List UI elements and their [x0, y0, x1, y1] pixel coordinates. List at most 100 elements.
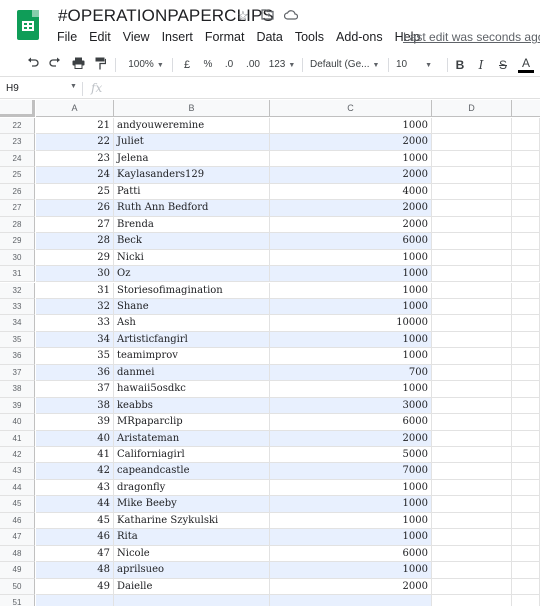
cell-e[interactable]	[512, 496, 540, 513]
cell-e[interactable]	[512, 545, 540, 563]
cell-c[interactable]: 10000	[270, 315, 432, 332]
cell-e[interactable]	[512, 463, 540, 480]
cell-d[interactable]	[432, 298, 512, 316]
column-header-a[interactable]: A	[36, 100, 114, 117]
cell-d[interactable]	[432, 118, 512, 135]
cell-d[interactable]	[432, 463, 512, 480]
cell-e[interactable]	[512, 331, 540, 349]
star-icon[interactable]: ☆	[236, 8, 250, 24]
cell-c[interactable]: 1000	[270, 381, 432, 398]
cell-c[interactable]: 2000	[270, 430, 432, 447]
move-to-folder-icon[interactable]	[260, 8, 274, 24]
row-number[interactable]: 26	[0, 183, 35, 201]
cell-e[interactable]	[512, 266, 540, 283]
column-header-c[interactable]: C	[270, 100, 432, 117]
cell-e[interactable]	[512, 233, 540, 250]
row-number[interactable]: 51	[0, 595, 35, 606]
font-size-select[interactable]: 10 ▼	[396, 57, 442, 73]
cell-b[interactable]: Shane	[114, 298, 270, 316]
cell-d[interactable]	[432, 512, 512, 530]
row-number[interactable]: 30	[0, 249, 35, 267]
cell-a[interactable]: 21	[36, 118, 114, 135]
font-family-select[interactable]: Default (Ge... ▼	[310, 57, 384, 73]
cell-a[interactable]: 47	[36, 545, 114, 563]
cell-e[interactable]	[512, 447, 540, 464]
cell-e[interactable]	[512, 167, 540, 184]
cell-c[interactable]: 6000	[270, 233, 432, 250]
menu-insert[interactable]: Insert	[156, 29, 199, 45]
row-number[interactable]: 45	[0, 496, 35, 513]
cell-b[interactable]: MRpaparclip	[114, 414, 270, 431]
cell-e[interactable]	[512, 298, 540, 316]
cell-b[interactable]: Oz	[114, 266, 270, 283]
cell-c[interactable]: 1000	[270, 496, 432, 513]
cloud-saved-icon[interactable]	[283, 8, 299, 24]
menu-file[interactable]: File	[51, 29, 83, 45]
cell-d[interactable]	[432, 545, 512, 563]
cell-c[interactable]: 1000	[270, 118, 432, 135]
cell-a[interactable]: 46	[36, 529, 114, 546]
menu-format[interactable]: Format	[199, 29, 251, 45]
cell-d[interactable]	[432, 249, 512, 267]
cell-d[interactable]	[432, 200, 512, 217]
cell-c[interactable]: 1000	[270, 331, 432, 349]
cell-b[interactable]: Mike Beeby	[114, 496, 270, 513]
cell-c[interactable]: 1000	[270, 512, 432, 530]
caret-down-icon[interactable]: ▼	[70, 83, 77, 90]
cell-a[interactable]: 41	[36, 447, 114, 464]
cell-d[interactable]	[432, 167, 512, 184]
row-number[interactable]: 36	[0, 348, 35, 365]
cell-b[interactable]: dragonfly	[114, 479, 270, 497]
row-number[interactable]: 49	[0, 562, 35, 579]
sheets-logo-icon[interactable]	[17, 10, 39, 40]
cell-e[interactable]	[512, 529, 540, 546]
row-number[interactable]: 28	[0, 216, 35, 234]
cell-e[interactable]	[512, 348, 540, 365]
cell-a[interactable]: 33	[36, 315, 114, 332]
row-number[interactable]: 29	[0, 233, 35, 250]
cell-c[interactable]: 1000	[270, 562, 432, 579]
cell-b[interactable]: Patti	[114, 183, 270, 201]
cell-c[interactable]: 3000	[270, 397, 432, 415]
column-header-d[interactable]: D	[432, 100, 512, 117]
strikethrough-button[interactable]: S	[496, 57, 510, 73]
cell-d[interactable]	[432, 233, 512, 250]
more-formats-select[interactable]: 123 ▼	[268, 57, 296, 73]
cell-b[interactable]: Brenda	[114, 216, 270, 234]
cell-b[interactable]: Californiagirl	[114, 447, 270, 464]
row-number[interactable]: 37	[0, 364, 35, 382]
increase-decimal-button[interactable]: .00	[243, 57, 263, 73]
cell-e[interactable]	[512, 200, 540, 217]
column-header-b[interactable]: B	[114, 100, 270, 117]
bold-button[interactable]: B	[453, 57, 467, 73]
cell-e[interactable]	[512, 430, 540, 447]
row-number[interactable]: 25	[0, 167, 35, 184]
text-color-button[interactable]: A	[518, 57, 534, 73]
cell-b[interactable]: keabbs	[114, 397, 270, 415]
cell-e[interactable]	[512, 479, 540, 497]
cell-c[interactable]: 2000	[270, 578, 432, 596]
cell-a[interactable]: 49	[36, 578, 114, 596]
paint-format-icon[interactable]	[93, 57, 107, 73]
row-number[interactable]: 38	[0, 381, 35, 398]
cell-d[interactable]	[432, 578, 512, 596]
cell-b[interactable]: Ash	[114, 315, 270, 332]
row-number[interactable]: 48	[0, 545, 35, 563]
cell-e[interactable]	[512, 397, 540, 415]
cell-e[interactable]	[512, 578, 540, 596]
cell-a[interactable]: 39	[36, 414, 114, 431]
cell-e[interactable]	[512, 282, 540, 299]
cell-b[interactable]: danmei	[114, 364, 270, 382]
cell-b[interactable]: aprilsueo	[114, 562, 270, 579]
cell-b[interactable]: Nicki	[114, 249, 270, 267]
cell-a[interactable]: 42	[36, 463, 114, 480]
cell-b[interactable]: hawaii5osdkc	[114, 381, 270, 398]
cell-c[interactable]: 1000	[270, 266, 432, 283]
cell-d[interactable]	[432, 447, 512, 464]
cell-a[interactable]: 48	[36, 562, 114, 579]
cell-c[interactable]: 1000	[270, 348, 432, 365]
cell-a[interactable]: 40	[36, 430, 114, 447]
cell-a[interactable]: 37	[36, 381, 114, 398]
row-number[interactable]: 40	[0, 414, 35, 431]
cell-a[interactable]: 32	[36, 298, 114, 316]
